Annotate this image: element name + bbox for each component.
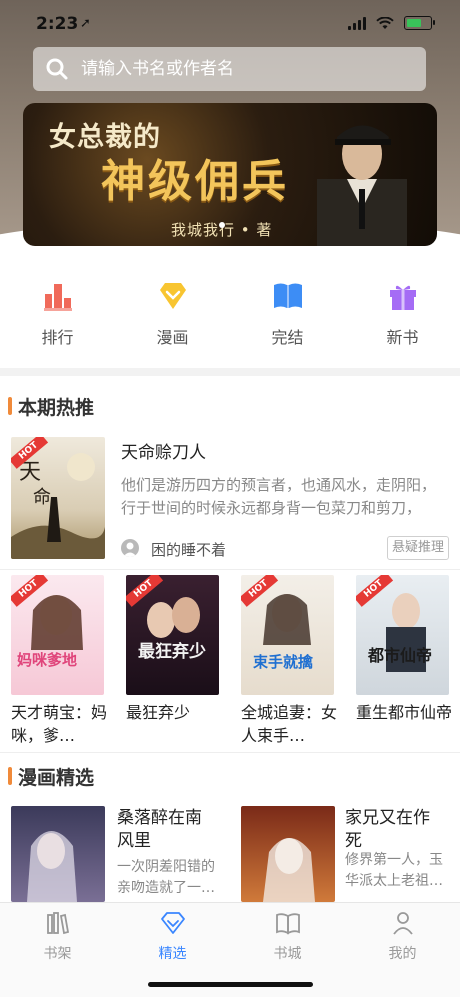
category-label: 新书 (386, 328, 419, 347)
row-divider (0, 569, 460, 570)
grid-book-title[interactable]: 全城追妻：女人束手… (241, 701, 341, 747)
bookshelf-icon (46, 912, 69, 935)
featured-book-cover[interactable]: 天 命 HOT (11, 437, 105, 559)
banner-character-image (317, 125, 407, 246)
tab-label: 我的 (388, 946, 417, 962)
search-input[interactable] (79, 58, 383, 80)
promo-banner[interactable]: 女总裁的 神级佣兵 我城我行 • 著 (23, 103, 437, 246)
genre-tag[interactable]: 悬疑推理 (387, 536, 449, 560)
battery-icon (404, 16, 435, 30)
section-divider (0, 368, 460, 376)
tab-bookshelf[interactable]: 书架 (0, 909, 115, 963)
book-icon (273, 283, 302, 308)
search-icon (46, 58, 68, 80)
banner-pagination-dot[interactable] (219, 222, 225, 228)
grid-book-title[interactable]: 天才萌宝：妈咪，爹… (11, 701, 111, 747)
comic-title[interactable]: 家兄又在作死 (345, 807, 445, 853)
comic-description: 一次阴差阳错的亲吻造就了一… (117, 859, 215, 896)
status-time: 2:23 (36, 14, 79, 34)
svg-text:妈咪爹地: 妈咪爹地 (17, 651, 77, 669)
category-new[interactable]: 新书 (345, 270, 460, 354)
svg-text:最狂弃少: 最狂弃少 (138, 641, 206, 662)
svg-text:命: 命 (33, 487, 51, 508)
gift-icon (389, 285, 416, 310)
featured-book-description: 他们是游历四方的预言者，也通风水，走阴阳，行于世间的时候永远都身背一包菜刀和剪刀… (121, 476, 437, 517)
grid-book-cover[interactable]: 妈咪爹地 HOT (11, 575, 104, 695)
featured-book-title[interactable]: 天命赊刀人 (121, 438, 206, 463)
ranking-icon (43, 284, 72, 311)
status-icons (348, 16, 435, 30)
author-avatar-icon (121, 539, 139, 557)
section-divider-thin (0, 752, 460, 753)
comic-cover[interactable] (241, 806, 335, 902)
svg-text:束手就擒: 束手就擒 (253, 653, 313, 671)
featured-book-author: 困的睡不着 (151, 541, 227, 559)
home-indicator[interactable] (148, 982, 313, 987)
tab-bookstore[interactable]: 书城 (230, 909, 345, 963)
category-finished[interactable]: 完结 (230, 270, 345, 354)
comic-title[interactable]: 桑落醉在南风里 (117, 807, 217, 853)
tab-label: 书架 (43, 946, 72, 962)
location-arrow-icon: ➚ (80, 16, 91, 31)
category-ranking[interactable]: 排行 (0, 270, 115, 354)
hot-section-title: 本期热推 (8, 393, 94, 420)
category-label: 排行 (41, 328, 74, 347)
comic-icon (159, 283, 186, 309)
tab-label: 精选 (158, 946, 187, 962)
search-bar[interactable] (33, 47, 426, 91)
user-icon (392, 912, 413, 935)
grid-book-title[interactable]: 重生都市仙帝 (356, 701, 456, 747)
category-comic[interactable]: 漫画 (115, 270, 230, 354)
category-label: 完结 (271, 328, 304, 347)
status-bar: 2:23 ➚ (0, 0, 460, 48)
diamond-icon (160, 912, 185, 934)
comic-cover-art (263, 838, 315, 902)
comic-cover-art (27, 831, 77, 902)
open-book-icon (275, 913, 300, 935)
grid-book-cover[interactable]: 都市仙帝 HOT (356, 575, 449, 695)
category-label: 漫画 (156, 328, 189, 347)
category-row: 排行 漫画 完结 新书 (0, 270, 460, 354)
comic-cover[interactable] (11, 806, 105, 902)
grid-book-title[interactable]: 最狂弃少 (126, 701, 226, 747)
wifi-icon (376, 16, 394, 29)
grid-book-cover[interactable]: 最狂弃少 HOT (126, 575, 219, 695)
comic-description: 修界第一人，玉华派太上老祖… (345, 852, 443, 889)
tab-profile[interactable]: 我的 (345, 909, 460, 963)
grid-book-cover[interactable]: 束手就擒 HOT (241, 575, 334, 695)
svg-text:都市仙帝: 都市仙帝 (367, 646, 432, 665)
banner-title-big: 神级佣兵 (101, 156, 289, 207)
comic-section-title: 漫画精选 (8, 763, 94, 790)
tab-label: 书城 (273, 946, 302, 962)
cellular-signal-icon (348, 16, 366, 30)
tab-featured[interactable]: 精选 (115, 909, 230, 963)
